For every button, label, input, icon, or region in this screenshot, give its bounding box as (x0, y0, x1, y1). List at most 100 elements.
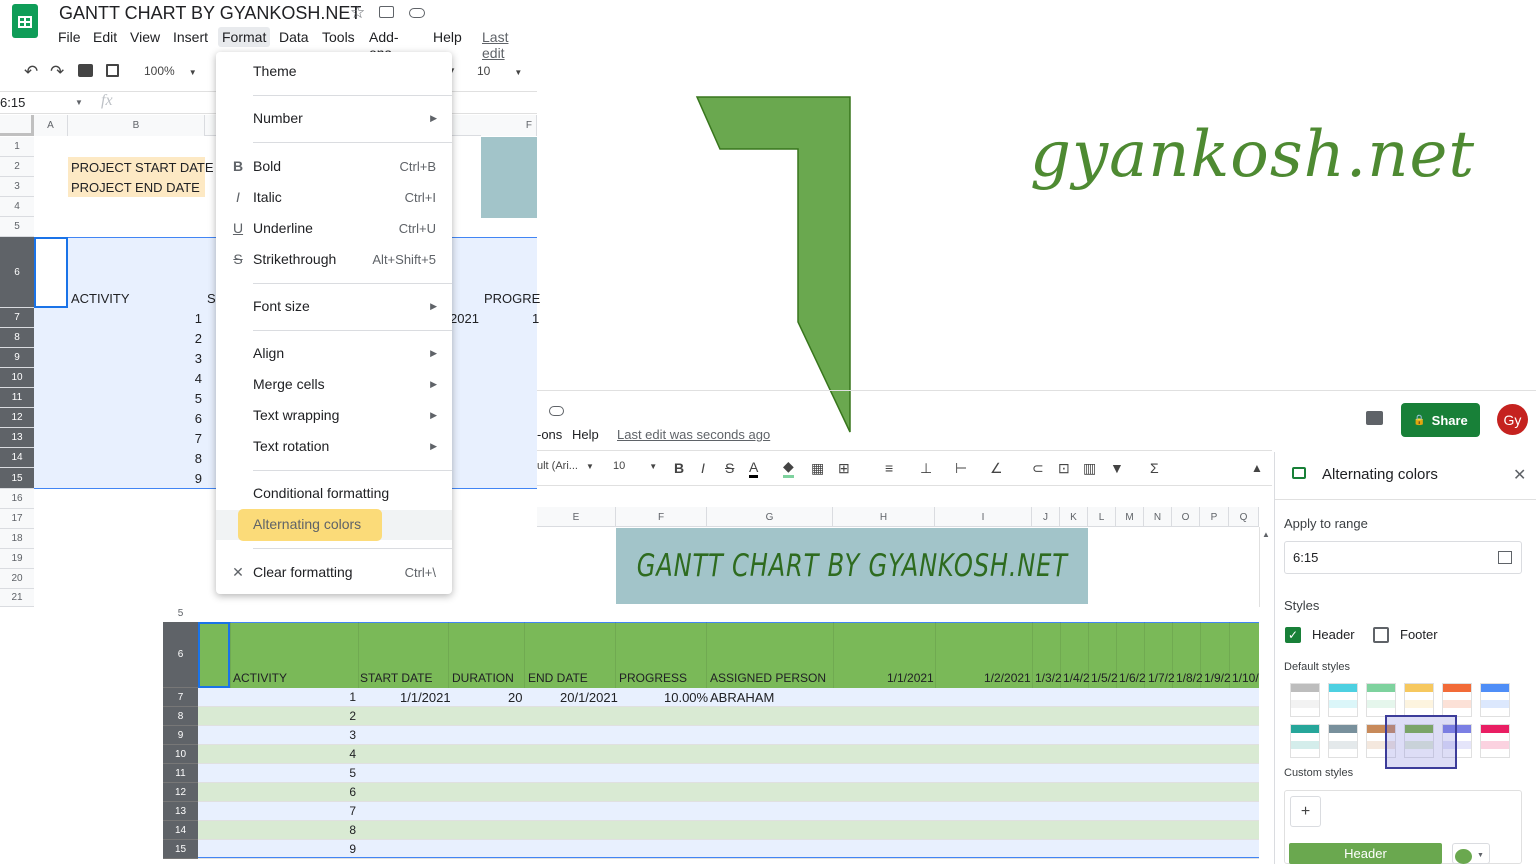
text-color-icon[interactable]: A (749, 458, 759, 478)
row-header-3[interactable]: 3 (0, 177, 34, 197)
menu-item-text-wrapping[interactable]: Text wrapping ▶ (216, 401, 452, 429)
row-header-12[interactable]: 12 (0, 408, 34, 428)
row-header-6[interactable]: 6 (0, 237, 34, 308)
activity-number[interactable]: 6 (150, 411, 202, 426)
menu-help-2[interactable]: Help (572, 427, 599, 442)
row-header[interactable]: 11 (163, 764, 198, 783)
menu-tools[interactable]: Tools (322, 29, 355, 45)
star-icon[interactable]: ☆ (350, 3, 365, 23)
col-header-e[interactable]: E (537, 507, 616, 527)
sheets-logo[interactable] (12, 4, 38, 38)
row-header-9[interactable]: 9 (0, 348, 34, 368)
menu-item-italic[interactable]: I Italic Ctrl+I (216, 183, 452, 211)
table-header-cell[interactable]: 1/3/2 (1035, 671, 1062, 685)
menu-item-conditional-formatting[interactable]: Conditional formatting (216, 479, 452, 507)
activity-number[interactable]: 7 (150, 431, 202, 446)
row-header[interactable]: 10 (163, 745, 198, 764)
activity-number[interactable]: 8 (300, 823, 356, 837)
cell-start-date[interactable]: 1/1/2021 (400, 690, 451, 705)
add-custom-style-button[interactable]: + (1290, 796, 1321, 827)
table-header-cell[interactable]: 1/9/2 (1204, 671, 1231, 685)
activity-number[interactable]: 4 (300, 747, 356, 761)
table-row[interactable] (198, 802, 1259, 821)
filter-icon[interactable]: ▼ (1110, 458, 1124, 478)
undo-icon[interactable]: ↶ (24, 62, 38, 82)
comment-icon[interactable]: ⊡ (1058, 458, 1070, 478)
activity-number[interactable]: 4 (150, 371, 202, 386)
table-header-cell[interactable]: 1/10/ (1232, 671, 1259, 685)
row-header[interactable]: 7 (163, 688, 198, 707)
valign-icon[interactable]: ⊥ (920, 458, 932, 478)
activity-number[interactable]: 2 (300, 709, 356, 723)
bold-icon[interactable]: B (674, 458, 684, 478)
col-header-a[interactable]: A (34, 115, 68, 136)
avatar[interactable]: Gy (1497, 404, 1528, 435)
rotate-icon[interactable]: ∠ (990, 458, 1003, 478)
borders-icon[interactable]: ▦ (811, 458, 824, 478)
default-style-swatch[interactable] (1442, 683, 1472, 717)
menu-item-clear-formatting[interactable]: ✕ Clear formatting Ctrl+\ (216, 558, 452, 586)
menu-format[interactable]: Format (218, 27, 271, 47)
table-row[interactable] (198, 726, 1259, 745)
comments-icon[interactable] (1366, 411, 1383, 425)
table-header-cell[interactable]: ACTIVITY (233, 671, 287, 685)
header-checkbox[interactable]: ✓ (1285, 627, 1301, 643)
activity-number[interactable]: 1 (150, 311, 202, 326)
table-header-cell[interactable]: 1/7/2 (1148, 671, 1175, 685)
range-input[interactable]: 6:15 (1284, 541, 1522, 574)
cell-assigned-person[interactable]: ABRAHAM (710, 690, 774, 705)
menu-item-merge-cells[interactable]: Merge cells ▶ (216, 370, 452, 398)
row-header-2[interactable]: 2 (0, 157, 34, 177)
cell-end-date[interactable]: 20/1/2021 (560, 690, 618, 705)
activity-number[interactable]: 1 (300, 690, 356, 704)
row-header[interactable]: 13 (163, 802, 198, 821)
italic-icon[interactable]: I (701, 458, 705, 478)
scroll-up-icon[interactable]: ▲ (1262, 530, 1270, 539)
row-header-19[interactable]: 19 (0, 549, 34, 569)
activity-number[interactable]: 3 (300, 728, 356, 742)
active-cell[interactable] (34, 237, 68, 308)
table-header-cell[interactable]: 1/1/2021 (887, 671, 934, 685)
wrap-icon[interactable]: ⊢ (955, 458, 967, 478)
col-header-f[interactable]: F (616, 507, 707, 527)
menu-file[interactable]: File (58, 29, 81, 45)
menu-item-strikethrough[interactable]: S Strikethrough Alt+Shift+5 (216, 245, 452, 273)
col-header-q[interactable]: Q (1229, 507, 1259, 527)
row-header-6[interactable]: 6 (163, 622, 198, 688)
row-header-10[interactable]: 10 (0, 368, 34, 388)
redo-icon[interactable]: ↷ (50, 62, 64, 82)
table-row[interactable] (198, 745, 1259, 764)
row-header[interactable]: 9 (163, 726, 198, 745)
col-header-k[interactable]: K (1060, 507, 1088, 527)
row-header-11[interactable]: 11 (0, 388, 34, 408)
default-style-swatch[interactable] (1328, 683, 1358, 717)
row-header-4[interactable]: 4 (0, 197, 34, 217)
paint-format-icon[interactable] (106, 64, 119, 77)
table-header-cell[interactable]: 1/2/2021 (984, 671, 1031, 685)
collapse-toolbar-icon[interactable]: ▲ (1251, 458, 1263, 478)
table-header-cell[interactable]: ASSIGNED PERSON (710, 671, 826, 685)
menu-help[interactable]: Help (433, 29, 462, 45)
fill-color-icon[interactable]: ◆ (783, 458, 794, 478)
col-header-o[interactable]: O (1172, 507, 1200, 527)
col-header-p[interactable]: P (1200, 507, 1229, 527)
table-header-cell[interactable]: 1/5/2 (1091, 671, 1118, 685)
table-row[interactable] (198, 764, 1259, 783)
col-header-h[interactable]: H (833, 507, 935, 527)
row-header-17[interactable]: 17 (0, 509, 34, 529)
menu-item-theme[interactable]: Theme (216, 57, 452, 85)
table-row[interactable] (198, 821, 1259, 840)
menu-insert[interactable]: Insert (173, 29, 208, 45)
table-header-cell[interactable]: PROGRESS (619, 671, 687, 685)
row-header[interactable]: 14 (163, 821, 198, 840)
activity-number[interactable]: 5 (300, 766, 356, 780)
menu-view[interactable]: View (130, 29, 160, 45)
row-header-21[interactable]: 21 (0, 589, 34, 607)
row-header[interactable]: 15 (163, 840, 198, 859)
menu-item-font-size[interactable]: Font size ▶ (216, 292, 452, 320)
row-header-13[interactable]: 13 (0, 428, 34, 448)
col-header-n[interactable]: N (1144, 507, 1172, 527)
print-icon[interactable] (78, 64, 93, 77)
table-header-cell[interactable]: START DATE (360, 671, 432, 685)
cloud-status-icon[interactable] (409, 8, 425, 18)
